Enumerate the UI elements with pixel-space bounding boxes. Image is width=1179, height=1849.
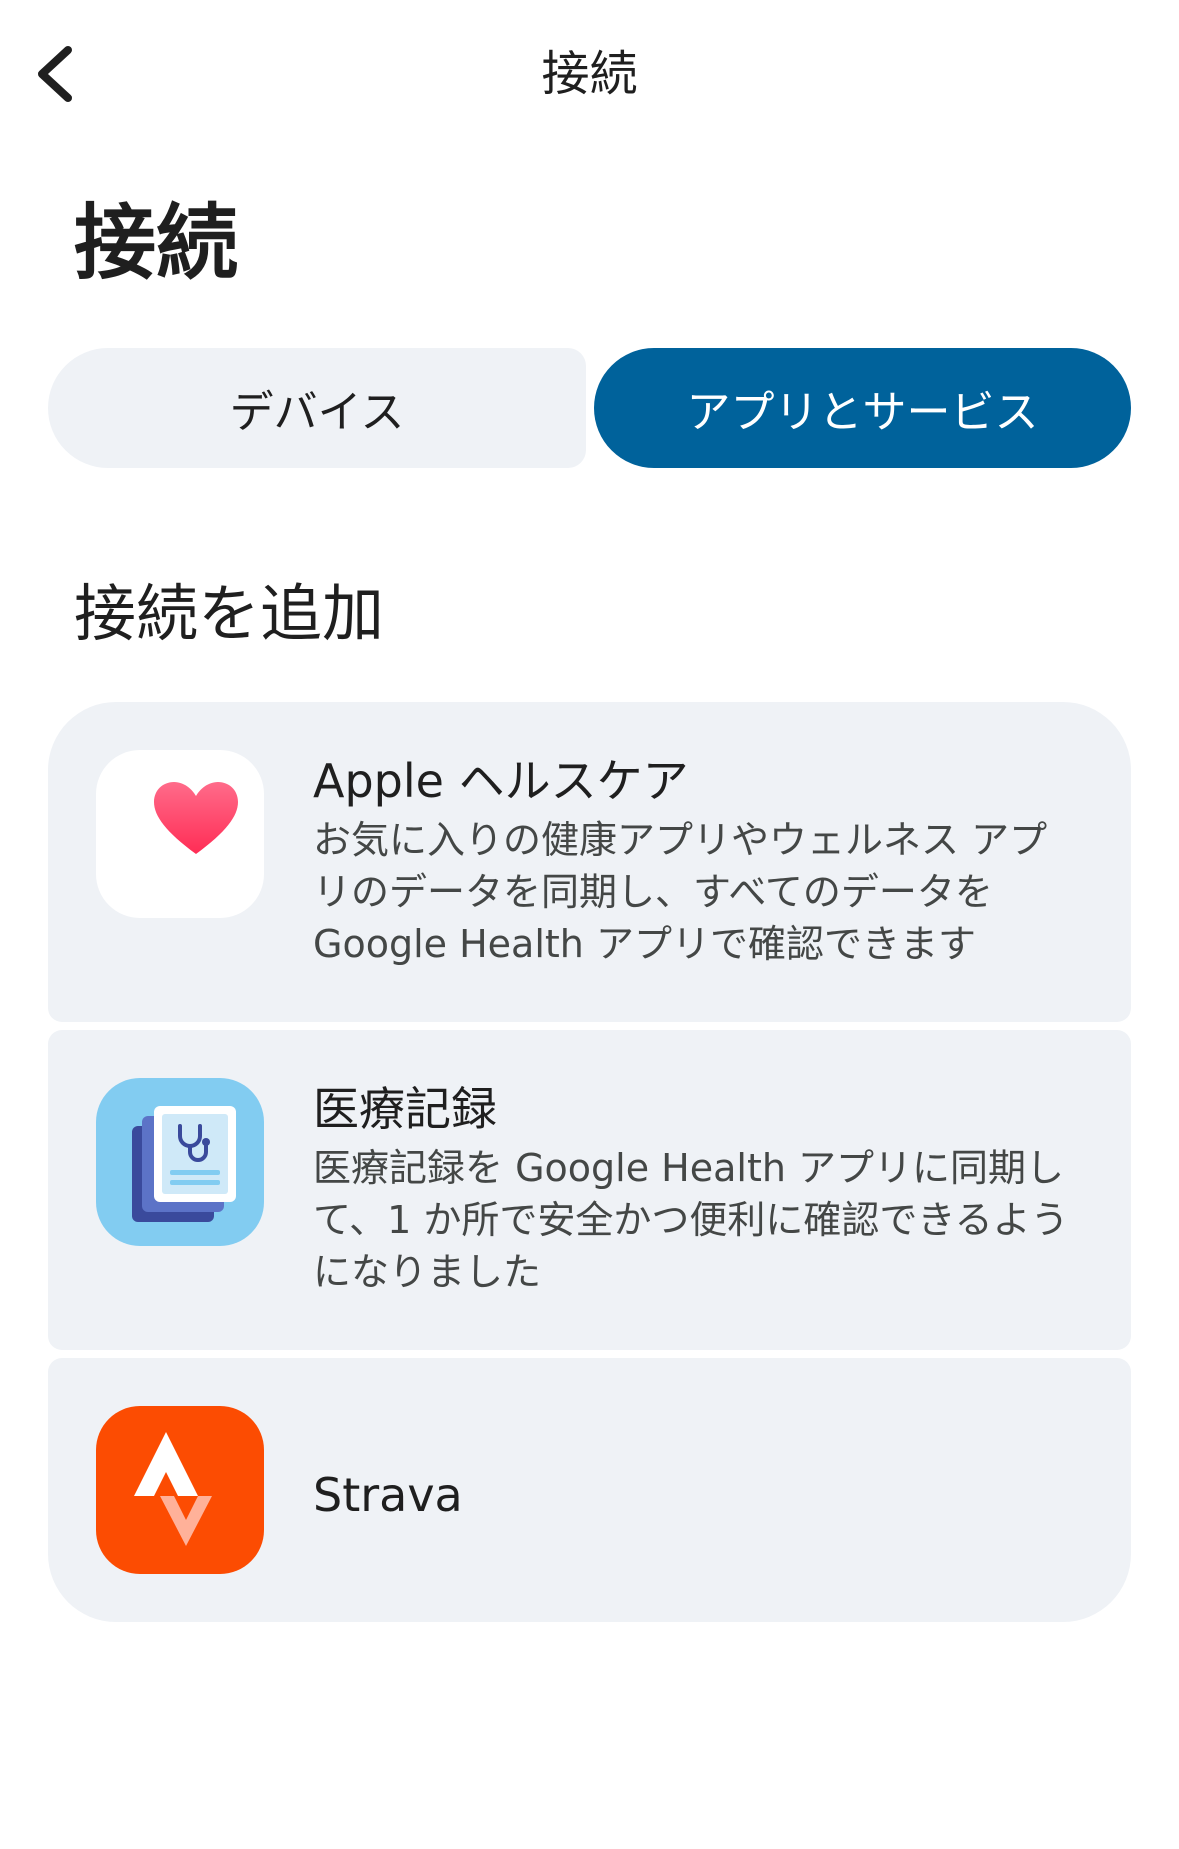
tab-devices[interactable]: デバイス (48, 348, 586, 468)
connection-title: Apple ヘルスケア (313, 754, 689, 808)
connection-item-medical-records[interactable]: 医療記録 医療記録を Google Health アプリに同期して、1 か所で安… (48, 1030, 1131, 1350)
apple-health-app-icon (96, 750, 264, 918)
heart-icon (154, 782, 238, 854)
top-bar-title: 接続 (541, 46, 638, 102)
connection-description: お気に入りの健康アプリやウェルネス アプリのデータを同期し、すべてのデータを G… (313, 818, 1048, 966)
section-title-add-connection: 接続を追加 (74, 577, 385, 650)
top-app-bar: 接続 (0, 0, 1179, 150)
tab-switcher: デバイス アプリとサービス (48, 348, 1131, 468)
connection-item-apple-health[interactable]: Apple ヘルスケア お気に入りの健康アプリやウェルネス アプリのデータを同期… (48, 702, 1131, 1022)
medical-records-app-icon (96, 1078, 264, 1246)
medical-records-icon (132, 1106, 236, 1222)
connection-title: 医療記録 (313, 1082, 497, 1136)
connection-title: Strava (313, 1468, 463, 1522)
strava-app-icon (96, 1406, 264, 1574)
tab-apps-and-services[interactable]: アプリとサービス (594, 348, 1131, 468)
page-title: 接続 (74, 196, 239, 291)
connection-item-strava[interactable]: Strava (48, 1358, 1131, 1622)
strava-logo-icon (134, 1432, 212, 1546)
connection-description: 医療記録を Google Health アプリに同期して、1 か所で安全かつ便利… (313, 1146, 1069, 1294)
